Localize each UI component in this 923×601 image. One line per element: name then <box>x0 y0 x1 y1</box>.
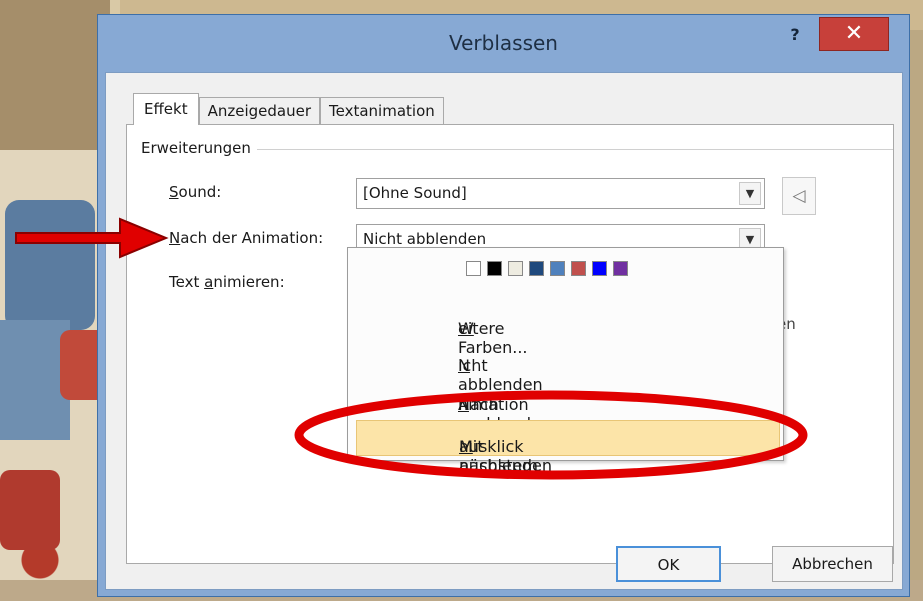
color-swatch[interactable] <box>487 261 502 276</box>
after-animation-select-value: Nicht abblenden <box>363 230 487 248</box>
color-swatch[interactable] <box>529 261 544 276</box>
tab-effekt[interactable]: Effekt <box>133 93 199 125</box>
tab-textanimation[interactable]: Textanimation <box>320 97 444 125</box>
speaker-icon[interactable]: ◁ <box>782 177 816 215</box>
close-button[interactable]: ✕ <box>819 17 889 51</box>
color-swatch[interactable] <box>508 261 523 276</box>
sound-select-value: [Ohne Sound] <box>363 184 467 202</box>
chevron-down-icon[interactable]: ▼ <box>739 182 761 205</box>
color-swatch[interactable] <box>613 261 628 276</box>
menu-item-dont-dim[interactable]: Nicht abblenden <box>356 340 780 394</box>
title-bar: Verblassen ? ✕ <box>98 15 909 73</box>
ok-button[interactable]: OK <box>616 546 721 582</box>
sound-select[interactable]: [Ohne Sound] ▼ <box>356 178 765 209</box>
annotation-arrow <box>15 217 169 259</box>
color-swatch[interactable] <box>550 261 565 276</box>
cancel-button[interactable]: Abbrechen <box>772 546 893 582</box>
sound-label: Sound: <box>169 183 222 201</box>
color-swatch[interactable] <box>466 261 481 276</box>
after-animation-label: Nach der Animation: <box>169 229 324 247</box>
help-button[interactable]: ? <box>783 25 807 47</box>
group-label-erweiterungen: Erweiterungen <box>141 139 257 157</box>
annotation-ellipse <box>294 390 808 480</box>
tab-strip: Effekt Anzeigedauer Textanimation <box>133 93 444 125</box>
animate-text-label: Text animieren: <box>169 273 285 291</box>
menu-item-more-colors[interactable]: Weitere Farben... <box>356 303 780 357</box>
color-swatch[interactable] <box>571 261 586 276</box>
color-swatch-row <box>466 261 628 276</box>
color-swatch[interactable] <box>592 261 607 276</box>
tab-anzeigedauer[interactable]: Anzeigedauer <box>198 97 321 125</box>
